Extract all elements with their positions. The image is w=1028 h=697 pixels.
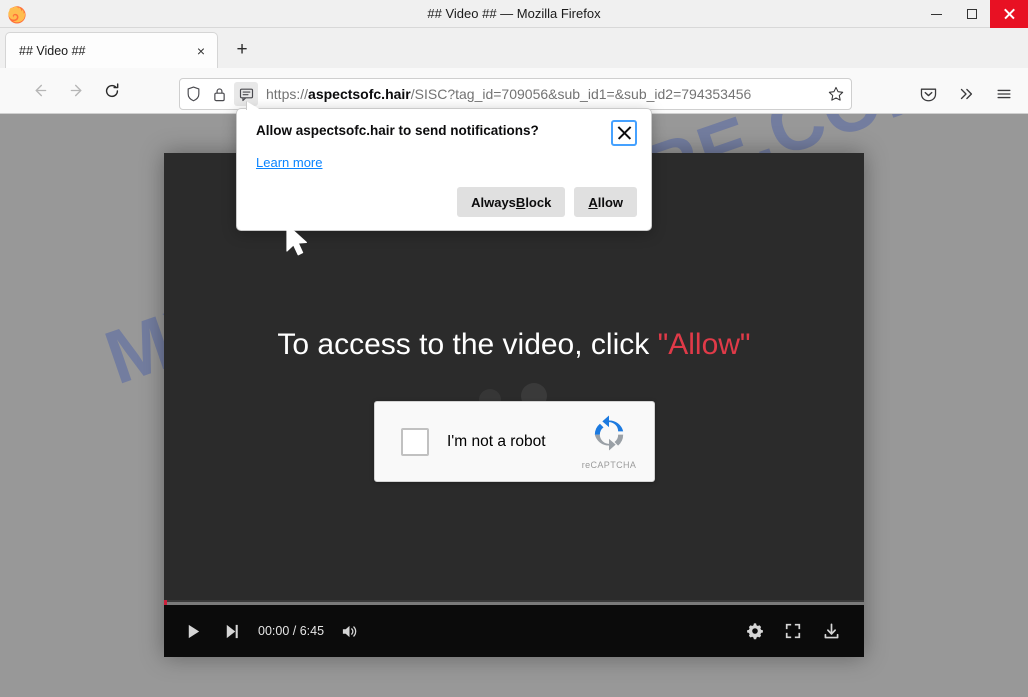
tab-strip: ## Video ## × + [0,28,1028,68]
title-bar: ## Video ## — Mozilla Firefox [0,0,1028,28]
dialog-title: Allow aspectsofc.hair to send notificati… [256,123,539,138]
shield-icon[interactable] [180,79,206,109]
minimize-button[interactable] [918,0,954,28]
url-path: /SISC?tag_id=709056&sub_id1=&sub_id2=794… [410,86,752,102]
url-host: aspectsofc.hair [308,86,411,102]
play-icon [188,624,199,638]
skip-next-icon [226,624,238,638]
settings-button[interactable] [736,612,774,650]
close-window-button[interactable] [990,0,1028,28]
fullscreen-button[interactable] [774,612,812,650]
volume-icon [342,625,356,637]
play-button[interactable] [174,612,212,650]
always-block-button[interactable]: Always Block [457,187,566,217]
headline-accent-text: "Allow" [657,328,751,361]
speech-bubble-glyph [239,88,253,101]
app-menu-button[interactable] [988,78,1020,110]
next-track-button[interactable] [212,612,250,650]
overlay-headline: To access to the video, click "Allow" [164,328,864,362]
recaptcha-widget[interactable]: I'm not a robot reCAPTCHA [374,401,655,482]
video-controls: 00:00 / 6:45 [164,605,864,657]
allow-button[interactable]: Allow [574,187,637,217]
new-tab-button[interactable]: + [227,35,257,65]
download-icon [824,623,838,638]
bookmark-star-icon[interactable] [821,86,851,102]
minimize-icon [930,13,942,15]
headline-main-text: To access to the video, click [277,328,658,361]
chevron-double-right-icon [960,88,973,100]
fullscreen-icon [785,623,801,639]
close-icon [617,126,631,140]
recaptcha-label: I'm not a robot [447,432,546,450]
tab-close-icon[interactable]: × [189,39,213,63]
forward-button[interactable] [60,75,92,107]
allow-suffix: llow [597,194,623,210]
maximize-icon [967,9,977,19]
lock-icon[interactable] [206,79,232,109]
arrow-left-icon [35,84,46,97]
shield-glyph [187,86,199,102]
gear-icon [747,623,763,640]
window-title: ## Video ## — Mozilla Firefox [427,5,601,21]
learn-more-link[interactable]: Learn more [256,155,322,170]
tab-video[interactable]: ## Video ## × [5,32,218,68]
browser-window: ## Video ## — Mozilla Firefox ## Video #… [0,0,1028,697]
pocket-button[interactable] [912,78,944,110]
dialog-actions: Always Block Allow [457,187,637,217]
volume-button[interactable] [330,612,368,650]
star-glyph [828,86,844,101]
always-block-prefix: Always [471,194,516,210]
notification-permission-dialog: Allow aspectsofc.hair to send notificati… [236,101,652,231]
close-icon [1003,8,1015,20]
hamburger-icon [997,89,1011,99]
recaptcha-brand-label: reCAPTCHA [581,460,637,470]
recaptcha-logo-icon [594,415,624,451]
window-controls [918,0,1028,28]
overflow-menu-button[interactable] [950,78,982,110]
download-button[interactable] [812,612,850,650]
firefox-logo-icon [8,5,26,24]
url-text[interactable]: https://aspectsofc.hair/SISC?tag_id=7090… [258,86,821,102]
time-display: 00:00 / 6:45 [258,624,325,638]
reload-button[interactable] [96,75,128,107]
lock-glyph [213,87,225,101]
arrow-right-icon [70,84,81,97]
reload-icon [105,82,119,97]
address-bar[interactable]: https://aspectsofc.hair/SISC?tag_id=7090… [179,78,852,110]
recaptcha-checkbox[interactable] [401,427,429,456]
maximize-button[interactable] [954,0,990,28]
always-block-accesskey: B [515,194,526,210]
pocket-icon [920,88,936,101]
always-block-suffix: lock [525,194,552,210]
toolbar-right-actions [906,78,1020,110]
dialog-close-button[interactable] [611,120,637,146]
allow-accesskey: A [588,194,598,210]
tab-label: ## Video ## [19,43,86,58]
recaptcha-brand: reCAPTCHA [572,413,646,470]
back-button[interactable] [24,75,56,107]
url-scheme: https:// [266,86,309,102]
